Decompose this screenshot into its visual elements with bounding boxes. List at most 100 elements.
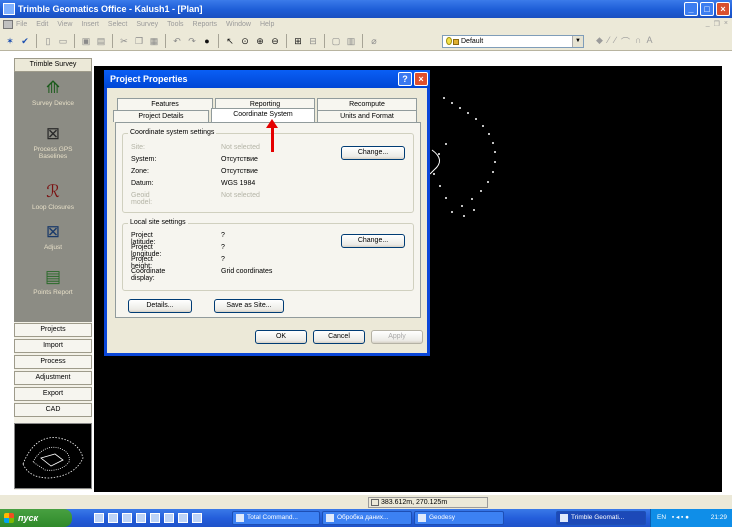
zoom-previous-icon[interactable]: ⊟ (307, 35, 319, 47)
quick-launch-icon[interactable] (178, 513, 188, 523)
select-pointer-icon[interactable]: ↖ (224, 35, 236, 47)
quick-launch-icon[interactable] (122, 513, 132, 523)
paste-icon[interactable]: ▦ (148, 35, 160, 47)
sidebar-item-loop-closures[interactable]: ℛ Loop Closures (14, 182, 92, 211)
snap-icon[interactable]: ⌀ (368, 35, 380, 47)
language-indicator[interactable]: EN (657, 514, 666, 521)
text-tool-icon[interactable]: A (646, 35, 652, 48)
sidebar-category-projects[interactable]: Projects (14, 323, 92, 337)
site-value: Not selected (221, 144, 260, 151)
quick-launch-icon[interactable] (192, 513, 202, 523)
system-tray: EN ▪ ◂ ▪ ● 21:29 (650, 509, 732, 527)
group-title: Coordinate system settings (128, 129, 217, 136)
ok-button[interactable]: OK (255, 330, 307, 344)
menu-tools[interactable]: Tools (167, 21, 183, 28)
sidebar-category-import[interactable]: Import (14, 339, 92, 353)
sidebar-item-adjust[interactable]: ⊠ Adjust (14, 222, 92, 251)
cut-icon[interactable]: ✂ (118, 35, 130, 47)
undo-icon[interactable]: ↶ (171, 35, 183, 47)
sidebar-item-label: Process GPS Baselines (33, 146, 73, 160)
print-icon[interactable]: ▣ (80, 35, 92, 47)
polyline-tool-icon[interactable]: ∕ (614, 35, 616, 48)
save-as-site-button[interactable]: Save as Site... (214, 299, 284, 313)
taskbar-item-obrobka[interactable]: Обробка даних... (322, 511, 412, 525)
mdi-minimize-button[interactable]: _ (706, 20, 710, 28)
close-button[interactable]: × (716, 2, 730, 16)
redo-icon[interactable]: ↷ (186, 35, 198, 47)
grid-icon[interactable]: ▥ (345, 35, 357, 47)
print-preview-icon[interactable]: ▤ (95, 35, 107, 47)
menu-view[interactable]: View (57, 21, 72, 28)
start-button[interactable]: пуск (0, 509, 72, 527)
curve-tool-icon[interactable]: ∩ (635, 35, 641, 48)
mdi-close-button[interactable]: × (724, 20, 728, 28)
minimize-button[interactable]: _ (684, 2, 698, 16)
zoom-window-icon[interactable]: ⊞ (292, 35, 304, 47)
sidebar-item-process-gps-baselines[interactable]: ⊠ Process GPS Baselines (14, 124, 92, 160)
quick-launch-icon[interactable] (136, 513, 146, 523)
sidebar-category-adjustment[interactable]: Adjustment (14, 371, 92, 385)
apply-button[interactable]: Apply (371, 330, 423, 344)
open-folder-icon[interactable]: ▭ (57, 35, 69, 47)
tab-project-details[interactable]: Project Details (113, 110, 209, 122)
quick-launch-icon[interactable] (150, 513, 160, 523)
menu-window[interactable]: Window (226, 21, 251, 28)
info-icon[interactable]: ● (201, 35, 213, 47)
chevron-down-icon[interactable]: ▼ (572, 36, 583, 47)
project-latitude-value: ? (221, 232, 225, 239)
menu-insert[interactable]: Insert (81, 21, 99, 28)
coordinate-system-change-button[interactable]: Change... (341, 146, 405, 160)
toolbar-separator (74, 33, 75, 48)
layer-select[interactable]: Default ▼ (442, 35, 584, 48)
zoom-extents-icon[interactable]: ⊙ (239, 35, 251, 47)
check-icon[interactable]: ✔ (19, 35, 31, 47)
mdi-restore-button[interactable]: ❐ (714, 20, 720, 28)
toolbar-separator (112, 33, 113, 48)
menu-reports[interactable]: Reports (193, 21, 218, 28)
toolbar-separator (324, 33, 325, 48)
tab-recompute[interactable]: Recompute (317, 98, 417, 110)
site-label: Site: (131, 144, 146, 151)
tab-units-and-format[interactable]: Units and Format (317, 110, 417, 122)
tab-coordinate-system[interactable]: Coordinate System (211, 108, 315, 122)
quick-launch-icon[interactable] (164, 513, 174, 523)
windows-taskbar: пуск Total Command... Обробка даних... G… (0, 509, 732, 527)
sidebar-item-label: Adjust (43, 244, 63, 251)
sidebar-category-cad[interactable]: CAD (14, 403, 92, 417)
point-tool-icon[interactable]: ◆ (596, 35, 603, 48)
sidebar-category-process[interactable]: Process (14, 355, 92, 369)
taskbar-item-geodesy[interactable]: Geodesy (414, 511, 504, 525)
maximize-button[interactable]: □ (700, 2, 714, 16)
details-button[interactable]: Details... (128, 299, 192, 313)
menu-survey[interactable]: Survey (136, 21, 158, 28)
sidebar-category-export[interactable]: Export (14, 387, 92, 401)
tray-icons[interactable]: ▪ ◂ ▪ ● (672, 514, 689, 521)
taskbar-item-total-commander[interactable]: Total Command... (232, 511, 320, 525)
menu-select[interactable]: Select (108, 21, 127, 28)
menu-edit[interactable]: Edit (36, 21, 48, 28)
help-icon[interactable]: ? (398, 72, 412, 86)
menu-help[interactable]: Help (260, 21, 274, 28)
survey-style-icon[interactable]: ✶ (4, 35, 16, 47)
quick-launch-icon[interactable] (94, 513, 104, 523)
taskbar-item-trimble[interactable]: Trimble Geomati... (556, 511, 646, 525)
tab-features[interactable]: Features (117, 98, 213, 110)
arc-tool-icon[interactable]: ⌒ (621, 35, 630, 48)
zoom-in-icon[interactable]: ⊕ (254, 35, 266, 47)
new-file-icon[interactable]: ▯ (42, 35, 54, 47)
layer-manager-icon[interactable]: ▢ (330, 35, 342, 47)
menu-file[interactable]: File (16, 21, 27, 28)
sidebar-item-points-report[interactable]: ▤ Points Report (14, 267, 92, 296)
adjust-network-icon: ⊠ (45, 222, 61, 241)
zoom-out-icon[interactable]: ⊖ (269, 35, 281, 47)
line-tool-icon[interactable]: ⁄ (608, 35, 610, 48)
local-site-change-button[interactable]: Change... (341, 234, 405, 248)
overview-thumbnail[interactable] (14, 423, 92, 489)
sidebar-item-survey-device[interactable]: ⟰ Survey Device (14, 78, 92, 107)
cancel-button[interactable]: Cancel (313, 330, 365, 344)
quick-launch-icon[interactable] (108, 513, 118, 523)
dialog-close-button[interactable]: × (414, 72, 428, 86)
sidebar-header[interactable]: Trimble Survey (14, 58, 92, 72)
document-icon[interactable] (3, 20, 13, 29)
copy-icon[interactable]: ❐ (133, 35, 145, 47)
